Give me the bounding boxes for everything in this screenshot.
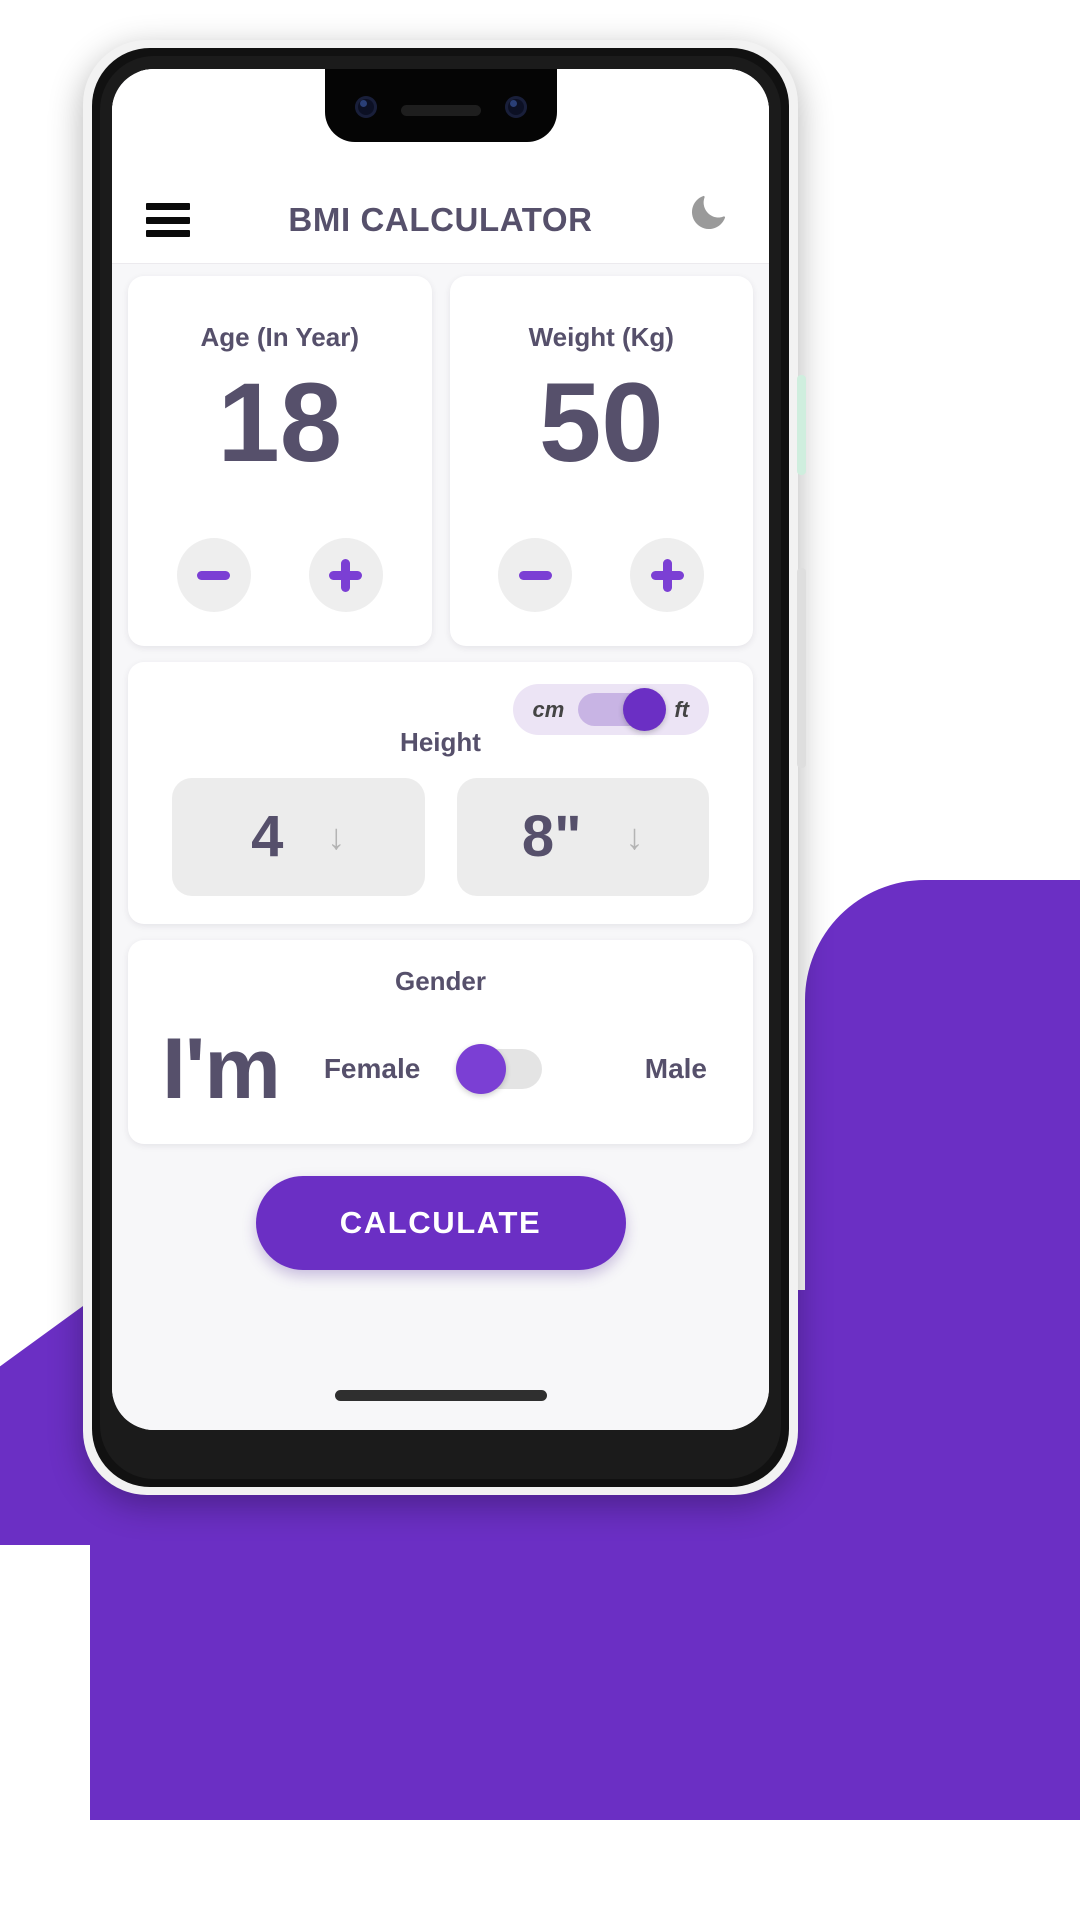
weight-stepper-controls [498,538,705,612]
calculate-button[interactable]: CALCULATE [255,1176,626,1270]
earpiece-speaker [400,105,481,116]
front-camera-icon [354,96,377,118]
chevron-down-icon: ↓ [327,816,346,857]
plus-icon [650,558,684,592]
phone-power-button[interactable] [797,375,806,475]
unit-toggle-knob[interactable] [623,688,667,731]
chevron-down-icon: ↓ [625,816,644,857]
weight-decrement-button[interactable] [498,538,573,612]
age-increment-button[interactable] [308,538,383,612]
phone-screen: BMI CALCULATOR Age (In Year) 18 Weight (… [112,69,769,1430]
minus-icon [518,570,552,580]
gender-prefix-text: I'm [162,1020,281,1117]
gender-toggle-knob[interactable] [456,1044,507,1095]
main-content: Age (In Year) 18 Weight (Kg) 50 cm ft He… [112,264,769,1430]
steppers-row: Age (In Year) 18 Weight (Kg) 50 [128,276,753,646]
unit-label-cm: cm [532,696,565,722]
front-camera-secondary-icon [504,96,527,118]
calculate-row: CALCULATE [128,1160,753,1296]
phone-notch [324,69,557,142]
height-inches-dropdown[interactable]: 8" ↓ [456,778,709,896]
page-title: BMI CALCULATOR [288,201,593,238]
age-decrement-button[interactable] [176,538,251,612]
gender-option-female[interactable]: Female [324,1053,421,1085]
weight-card: Weight (Kg) 50 [449,276,753,646]
height-card: cm ft Height 4 ↓ 8" ↓ [128,662,753,924]
gender-selector-row: I'm Female Male [162,1020,719,1117]
weight-increment-button[interactable] [630,538,705,612]
gender-card: Gender I'm Female Male [128,940,753,1144]
android-navigation-pill[interactable] [334,1390,547,1401]
age-label: Age (In Year) [200,322,359,352]
height-feet-dropdown[interactable]: 4 ↓ [172,778,425,896]
height-label: Height [400,727,481,757]
age-stepper-controls [176,538,383,612]
phone-volume-button[interactable] [797,568,806,768]
gender-option-male[interactable]: Male [645,1053,707,1085]
weight-label: Weight (Kg) [528,322,674,352]
page-root: BMI CALCULATOR Age (In Year) 18 Weight (… [0,0,1080,1920]
hamburger-menu-icon[interactable] [146,203,190,237]
height-inches-value: 8" [521,804,582,869]
bmi-calculator-app: BMI CALCULATOR Age (In Year) 18 Weight (… [112,69,769,1430]
plus-icon [329,558,363,592]
height-selectors: 4 ↓ 8" ↓ [172,778,709,896]
background-mask-left [0,1545,90,1920]
gender-label: Gender [394,966,487,996]
minus-icon [197,570,231,580]
gender-toggle[interactable] [456,1044,543,1095]
age-card: Age (In Year) 18 [128,276,432,646]
weight-value: 50 [538,360,664,485]
height-feet-value: 4 [251,804,284,869]
moon-icon[interactable] [683,185,735,237]
background-mask-bottom [0,1820,1080,1920]
age-value: 18 [217,360,343,485]
unit-toggle-track[interactable] [578,688,667,731]
unit-label-ft: ft [674,696,689,722]
